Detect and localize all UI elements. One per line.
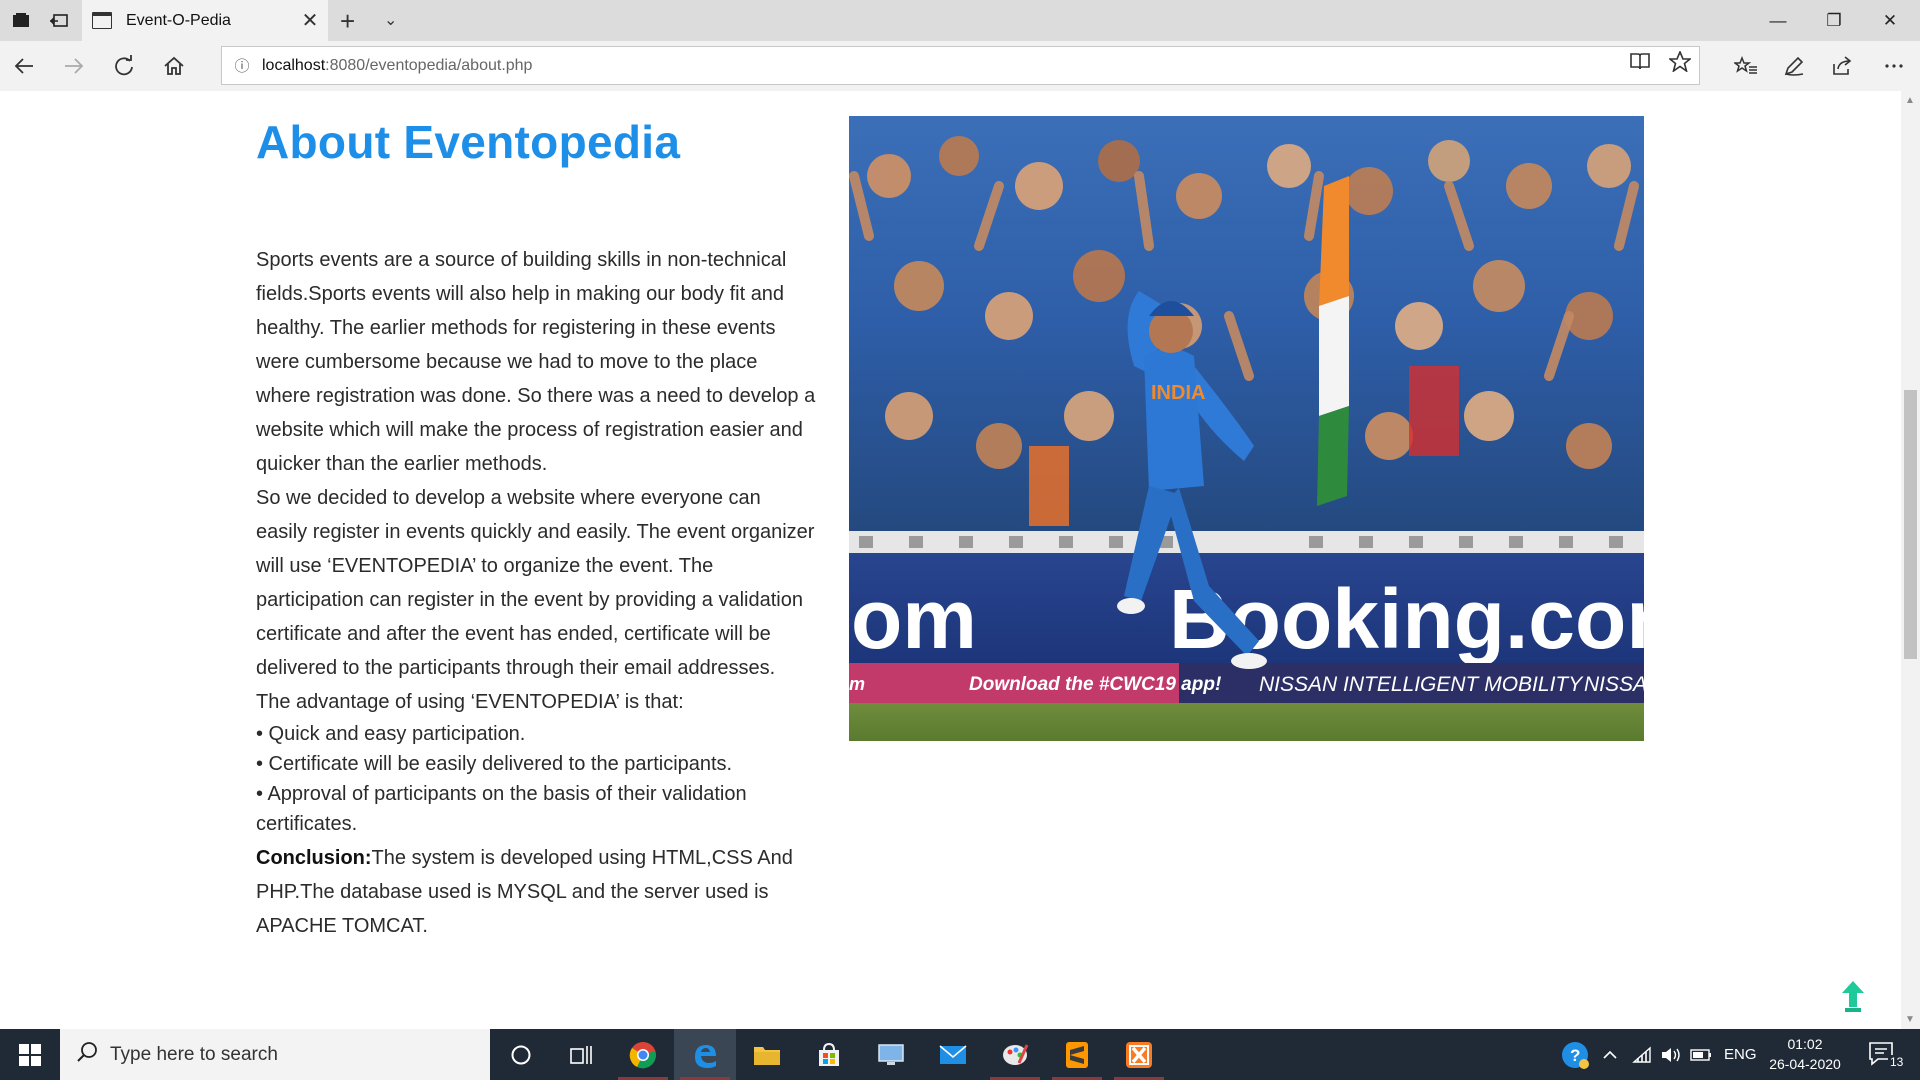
file-explorer-icon[interactable] (736, 1029, 798, 1080)
advantage-item: • Certificate will be easily delivered t… (256, 753, 733, 775)
notification-count: 13 (1888, 1055, 1906, 1069)
xampp-icon[interactable] (1108, 1029, 1170, 1080)
advantage-item: • Approval of participants on the basis … (256, 783, 747, 835)
about-paragraph-1: Sports events are a source of building s… (256, 249, 816, 475)
taskbar-search[interactable]: Type here to search (60, 1029, 490, 1080)
tab-bar: Event-O-Pedia ✕ + ⌄ — ❐ ✕ (0, 0, 1920, 41)
edge-taskbar-icon[interactable] (674, 1029, 736, 1080)
about-paragraph-2: So we decided to develop a website where… (256, 487, 815, 679)
vertical-scrollbar[interactable]: ▲ ▼ (1901, 91, 1920, 1029)
svg-text:?: ? (1570, 1046, 1580, 1065)
tab-actions-icon[interactable] (8, 8, 34, 34)
task-view-icon[interactable] (550, 1029, 612, 1080)
url-host: localhost (262, 56, 326, 74)
about-content: Sports events are a source of building s… (256, 243, 816, 943)
favorites-hub-icon[interactable] (1730, 51, 1762, 81)
scroll-to-top-icon[interactable] (1840, 979, 1866, 1015)
strip-text-left: Download the #CWC19 app! (969, 674, 1221, 695)
board-text-right: Booking.com (1169, 572, 1644, 666)
microsoft-store-icon[interactable] (798, 1029, 860, 1080)
reading-view-icon[interactable] (1629, 51, 1651, 78)
back-icon[interactable] (8, 51, 40, 81)
search-icon (76, 1041, 98, 1069)
conclusion-label: Conclusion: (256, 847, 372, 869)
tab-title: Event-O-Pedia (126, 11, 231, 29)
site-info-icon[interactable]: ⓘ (222, 55, 262, 76)
scrollbar-thumb[interactable] (1904, 390, 1917, 659)
scroll-down-icon[interactable]: ▼ (1905, 1014, 1915, 1025)
close-window-button[interactable]: ✕ (1866, 6, 1914, 36)
favorite-star-icon[interactable] (1667, 49, 1693, 78)
strip-text-right: NISSAN INTELLIGENT MOBILITY (1259, 673, 1584, 696)
action-center-icon[interactable]: 13 (1866, 1039, 1906, 1071)
language-indicator[interactable]: ENG (1724, 1029, 1757, 1080)
windows-taskbar: Type here to search ? ENG 01:02 26-04-20… (0, 1029, 1920, 1080)
tab-close-icon[interactable]: ✕ (296, 8, 324, 33)
forward-icon[interactable] (58, 51, 90, 81)
cortana-icon[interactable] (490, 1029, 552, 1080)
home-icon[interactable] (158, 51, 190, 81)
cricket-celebration-image: om Booking.com m Download the #CWC19 app… (849, 116, 1644, 741)
strip-text-far-left: m (849, 674, 865, 694)
new-tab-icon[interactable]: + (340, 6, 355, 37)
more-options-icon[interactable] (1878, 51, 1910, 81)
url-path: :8080/eventopedia/about.php (325, 56, 533, 74)
advantage-item: • Quick and easy participation. (256, 723, 526, 745)
strip-text-far-right: NISSA (1584, 673, 1644, 696)
volume-icon[interactable] (1660, 1029, 1682, 1080)
navigation-bar: ⓘ localhost:8080/eventopedia/about.php (0, 41, 1920, 91)
restore-button[interactable]: ❐ (1810, 6, 1858, 36)
browser-tab-active[interactable]: Event-O-Pedia ✕ (82, 0, 328, 41)
share-icon[interactable] (1826, 51, 1858, 81)
windows-logo-icon (19, 1043, 41, 1066)
sublime-text-icon[interactable] (1046, 1029, 1108, 1080)
scroll-up-icon[interactable]: ▲ (1905, 95, 1915, 106)
conclusion-paragraph: Conclusion:The system is developed using… (256, 841, 816, 943)
page-viewport: About Eventopedia Sports events are a so… (0, 91, 1901, 1029)
clock-date: 26-04-2020 (1769, 1056, 1841, 1072)
tab-list-chevron-icon[interactable]: ⌄ (384, 10, 397, 30)
refresh-icon[interactable] (108, 51, 140, 81)
advantage-intro: The advantage of using ‘EVENTOPEDIA’ is … (256, 691, 684, 713)
remote-desktop-icon[interactable] (860, 1029, 922, 1080)
minimize-button[interactable]: — (1754, 6, 1802, 36)
jersey-text: INDIA (1151, 382, 1205, 404)
network-icon[interactable] (1632, 1029, 1652, 1080)
taskbar-clock[interactable]: 01:02 26-04-2020 (1760, 1034, 1850, 1074)
battery-icon[interactable] (1690, 1029, 1712, 1080)
board-text-left: om (851, 572, 977, 666)
help-tray-icon[interactable]: ? (1560, 1029, 1590, 1080)
chrome-taskbar-icon[interactable] (612, 1029, 674, 1080)
start-button[interactable] (0, 1029, 60, 1080)
show-hidden-icons-chevron[interactable] (1602, 1029, 1618, 1080)
clock-time: 01:02 (1787, 1036, 1823, 1052)
search-placeholder: Type here to search (110, 1043, 278, 1065)
set-aside-tabs-icon[interactable] (46, 8, 72, 34)
address-bar[interactable]: ⓘ localhost:8080/eventopedia/about.php (221, 46, 1700, 85)
page-icon (92, 12, 112, 29)
paint-app-icon[interactable] (984, 1029, 1046, 1080)
pen-notes-icon[interactable] (1778, 51, 1810, 81)
mail-icon[interactable] (922, 1029, 984, 1080)
page-title: About Eventopedia (256, 116, 681, 168)
